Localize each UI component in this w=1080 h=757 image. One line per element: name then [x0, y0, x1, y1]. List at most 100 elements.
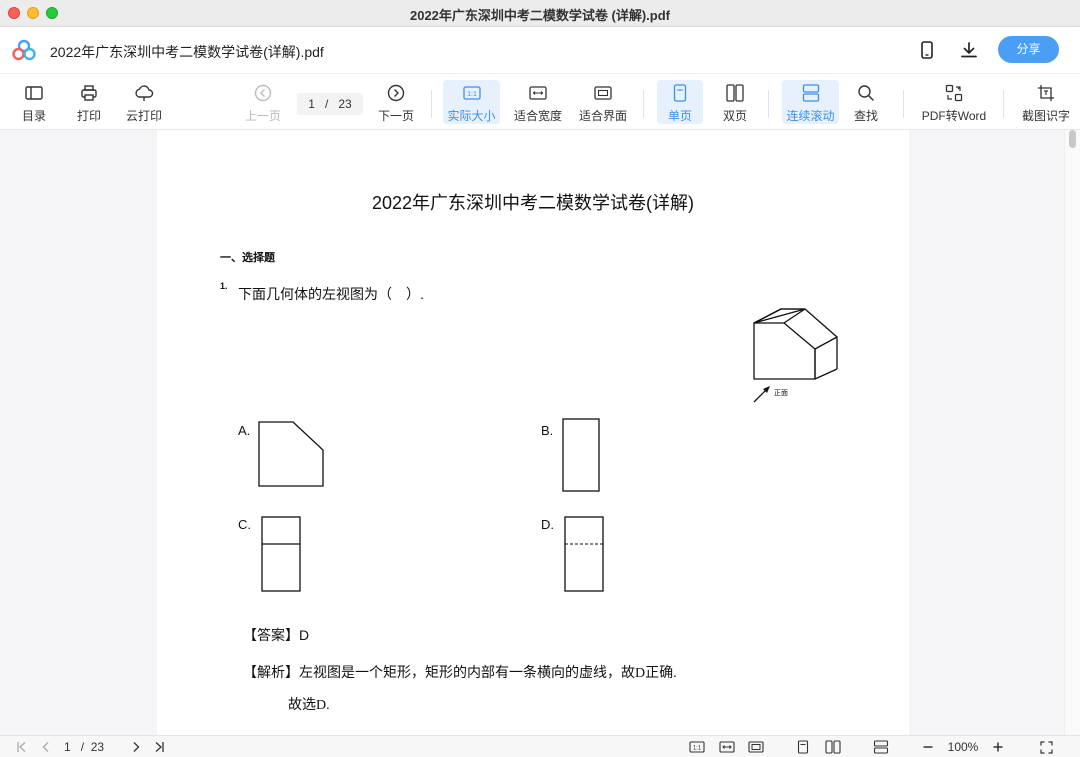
continuous-scroll-button[interactable]: 连续滚动: [782, 80, 839, 124]
continuous-scroll-icon: [801, 83, 821, 103]
pdf-page: 2022年广东深圳中考二模数学试卷(详解) 一、选择题 1. 下面几何体的左视图…: [157, 130, 909, 735]
pdf-to-word-label: PDF转Word: [921, 109, 987, 123]
actual-size-button[interactable]: 1:1 实际大小: [443, 80, 500, 124]
option-b-label: B.: [541, 423, 554, 438]
svg-text:1:1: 1:1: [693, 746, 702, 752]
option-a-label: A.: [238, 423, 251, 438]
double-page-label: 双页: [722, 109, 747, 123]
option-d-figure: [563, 515, 605, 593]
cloud-icon: [134, 83, 154, 103]
page-number-input[interactable]: 1 / 23: [297, 93, 363, 115]
title-bar: 2022年广东深圳中考二模数学试卷 (详解).pdf: [0, 0, 1080, 27]
document-name: 2022年广东深圳中考二模数学试卷(详解).pdf: [50, 44, 324, 60]
window-title: 2022年广东深圳中考二模数学试卷 (详解).pdf: [409, 8, 670, 23]
question-text: 下面几何体的左视图为（ ）.: [238, 286, 424, 302]
option-b-figure: [561, 417, 601, 493]
next-page-label: 下一页: [377, 109, 414, 123]
next-page-icon[interactable]: [128, 739, 144, 755]
page-separator: /: [324, 97, 329, 111]
search-icon: [856, 83, 876, 103]
print-label: 打印: [76, 109, 101, 123]
screenshot-ocr-button[interactable]: 截图识字: [1020, 80, 1072, 124]
zoom-out-icon[interactable]: [920, 739, 936, 755]
scrollbar-track[interactable]: [1064, 130, 1080, 735]
status-bar: 1 / 23 1:1 100%: [0, 735, 1080, 757]
cloud-print-label: 云打印: [125, 109, 162, 123]
actual-size-icon[interactable]: 1:1: [688, 739, 706, 755]
find-button[interactable]: 查找: [847, 80, 885, 124]
continuous-scroll-icon[interactable]: [872, 739, 890, 755]
circle-chevron-right-icon: [386, 83, 406, 103]
fit-width-icon[interactable]: [718, 739, 736, 755]
actual-size-icon: 1:1: [462, 83, 482, 103]
conclusion-text: 故选D.: [288, 698, 330, 713]
prev-page-label: 上一页: [244, 109, 281, 123]
status-page-separator: /: [80, 740, 85, 754]
cloud-print-button[interactable]: 云打印: [122, 80, 166, 124]
single-page-label: 单页: [667, 109, 692, 123]
solid-figure: [751, 307, 841, 407]
fit-page-icon: [593, 83, 613, 103]
prev-page-button[interactable]: 上一页: [243, 80, 283, 124]
prev-page-icon[interactable]: [38, 739, 54, 755]
fit-page-icon[interactable]: [747, 739, 765, 755]
sidebar-icon: [24, 83, 44, 103]
print-button[interactable]: 打印: [69, 80, 109, 124]
document-viewport[interactable]: 2022年广东深圳中考二模数学试卷(详解) 一、选择题 1. 下面几何体的左视图…: [0, 130, 1080, 735]
circle-chevron-left-icon: [253, 83, 273, 103]
download-icon[interactable]: [958, 39, 980, 61]
screenshot-ocr-label: 截图识字: [1021, 109, 1070, 123]
toc-label: 目录: [21, 109, 46, 123]
scrollbar-thumb[interactable]: [1069, 130, 1076, 148]
option-c-figure: [260, 515, 302, 593]
single-page-button[interactable]: 单页: [657, 80, 703, 124]
zoom-in-icon[interactable]: [990, 739, 1006, 755]
double-page-icon[interactable]: [824, 739, 842, 755]
toc-button[interactable]: 目录: [14, 80, 54, 124]
toolbar-divider: [643, 90, 644, 118]
status-page-current: 1: [64, 740, 71, 754]
pdf-to-word-button[interactable]: PDF转Word: [920, 80, 988, 124]
phone-icon[interactable]: [916, 39, 938, 61]
answer-text: 【答案】D: [243, 627, 310, 643]
page-total: 23: [338, 97, 352, 111]
document-title: 2022年广东深圳中考二模数学试卷(详解): [371, 193, 695, 213]
double-page-button[interactable]: 双页: [714, 80, 756, 124]
convert-icon: [944, 83, 964, 103]
toolbar: 目录 打印 云打印 上一页 1 / 23 下一页 1:1 实际大小 适合宽度 适…: [0, 73, 1080, 130]
toolbar-divider: [431, 90, 432, 118]
svg-text:1:1: 1:1: [467, 91, 477, 98]
single-page-icon[interactable]: [794, 739, 812, 755]
option-d-label: D.: [541, 517, 554, 532]
status-page-indicator[interactable]: 1 / 23: [64, 739, 124, 755]
front-label: 正面: [774, 390, 788, 397]
section-heading: 一、选择题: [220, 252, 275, 264]
fullscreen-icon[interactable]: [1038, 739, 1054, 755]
actual-size-label: 实际大小: [447, 109, 496, 123]
next-page-button[interactable]: 下一页: [376, 80, 416, 124]
share-button[interactable]: 分享: [998, 36, 1059, 63]
fit-page-label: 适合界面: [578, 109, 627, 123]
fit-page-button[interactable]: 适合界面: [578, 80, 628, 124]
zoom-level[interactable]: 100%: [944, 739, 982, 755]
toolbar-divider: [768, 90, 769, 118]
fit-width-icon: [528, 83, 548, 103]
continuous-scroll-label: 连续滚动: [786, 109, 835, 123]
double-page-icon: [725, 83, 745, 103]
page-current: 1: [308, 97, 315, 111]
crop-icon: [1036, 83, 1056, 103]
fit-width-label: 适合宽度: [513, 109, 562, 123]
header: 2022年广东深圳中考二模数学试卷(详解).pdf 分享: [0, 27, 1080, 73]
analysis-text: 【解析】左视图是一个矩形，矩形的内部有一条横向的虚线，故D正确.: [243, 666, 677, 681]
option-c-label: C.: [238, 517, 251, 532]
option-a-figure: [257, 420, 327, 490]
toolbar-divider: [1003, 90, 1004, 118]
question-number: 1.: [220, 281, 228, 291]
printer-icon: [79, 83, 99, 103]
first-page-icon[interactable]: [14, 739, 30, 755]
last-page-icon[interactable]: [151, 739, 167, 755]
toolbar-divider: [903, 90, 904, 118]
find-label: 查找: [853, 109, 878, 123]
fit-width-button[interactable]: 适合宽度: [513, 80, 563, 124]
app-logo-icon: [12, 39, 36, 61]
